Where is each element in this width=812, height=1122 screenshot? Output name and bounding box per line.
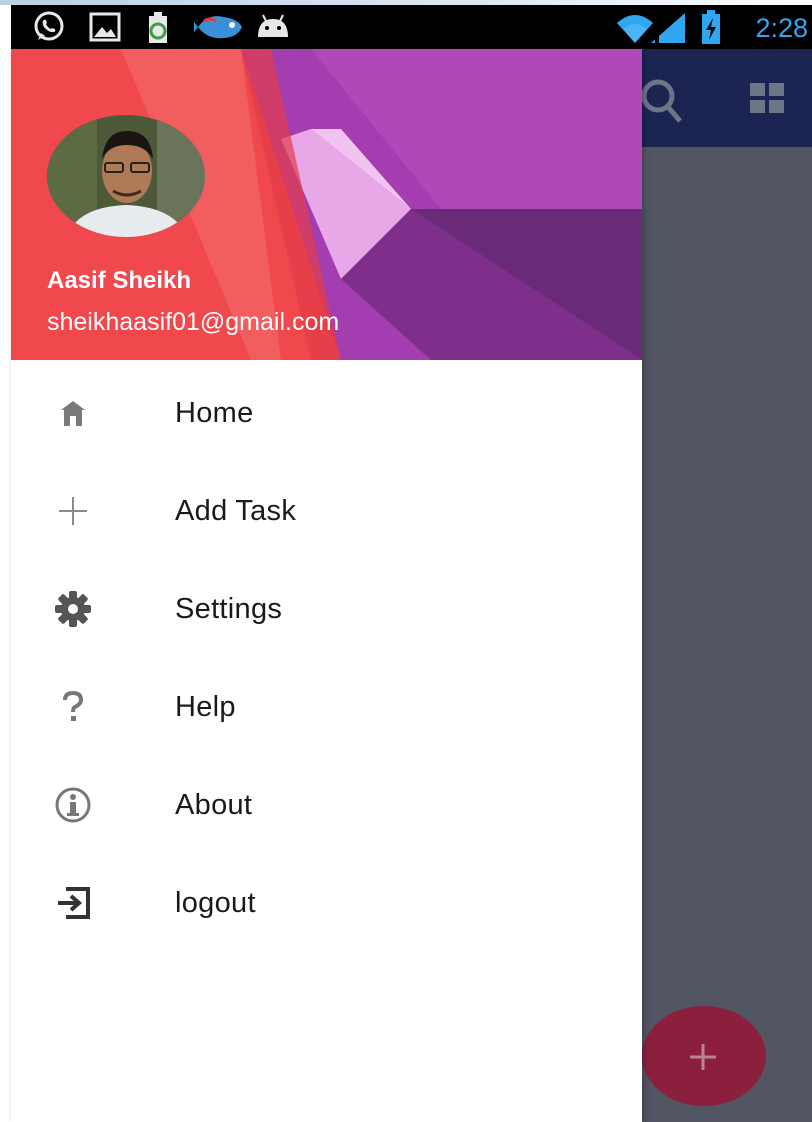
menu-label-help: Help (175, 691, 236, 723)
signal-icon (651, 13, 685, 43)
menu-item-logout[interactable]: logout (11, 859, 642, 957)
avatar[interactable] (47, 115, 205, 237)
menu-label-home: Home (175, 397, 254, 429)
whatsapp-icon (34, 11, 64, 41)
question-icon (49, 685, 97, 729)
gallery-icon (89, 12, 121, 42)
screen: 2:28 Aasif Sheikh sheikhaasif01@gmail.co… (0, 0, 812, 1122)
menu-item-about[interactable]: About (11, 761, 642, 859)
plus-icon (49, 489, 97, 533)
status-bar: 2:28 (11, 5, 812, 49)
search-icon[interactable] (642, 79, 692, 125)
fab-add-button[interactable] (642, 1006, 766, 1106)
menu-item-home[interactable]: Home (11, 369, 642, 467)
menu-item-help[interactable]: Help (11, 663, 642, 761)
battery-charging-icon (702, 10, 720, 44)
menu-label-about: About (175, 789, 253, 821)
menu-label-settings: Settings (175, 593, 283, 625)
user-email: sheikhaasif01@gmail.com (47, 308, 340, 336)
menu-label-logout: logout (175, 887, 256, 919)
battery-saver-icon (149, 12, 167, 43)
user-name: Aasif Sheikh (47, 267, 192, 294)
status-time: 2:28 (755, 13, 808, 43)
plus-icon (690, 1044, 716, 1070)
drawer-header: Aasif Sheikh sheikhaasif01@gmail.com (11, 49, 642, 360)
menu-item-add-task[interactable]: Add Task (11, 467, 642, 565)
gear-icon (49, 587, 97, 631)
app-toolbar (642, 49, 812, 147)
app-content (642, 147, 812, 1122)
android-icon (258, 14, 288, 37)
exit-icon (49, 881, 97, 925)
fish-app-icon (194, 16, 242, 39)
menu-label-add-task: Add Task (175, 495, 297, 527)
menu-item-settings[interactable]: Settings (11, 565, 642, 663)
navigation-drawer: Aasif Sheikh sheikhaasif01@gmail.com Hom… (11, 49, 642, 1122)
info-icon (49, 783, 97, 827)
home-icon (49, 391, 97, 435)
grid-view-icon[interactable] (750, 83, 786, 115)
drawer-menu: Home Add Task Settings Help About logout (11, 369, 642, 957)
